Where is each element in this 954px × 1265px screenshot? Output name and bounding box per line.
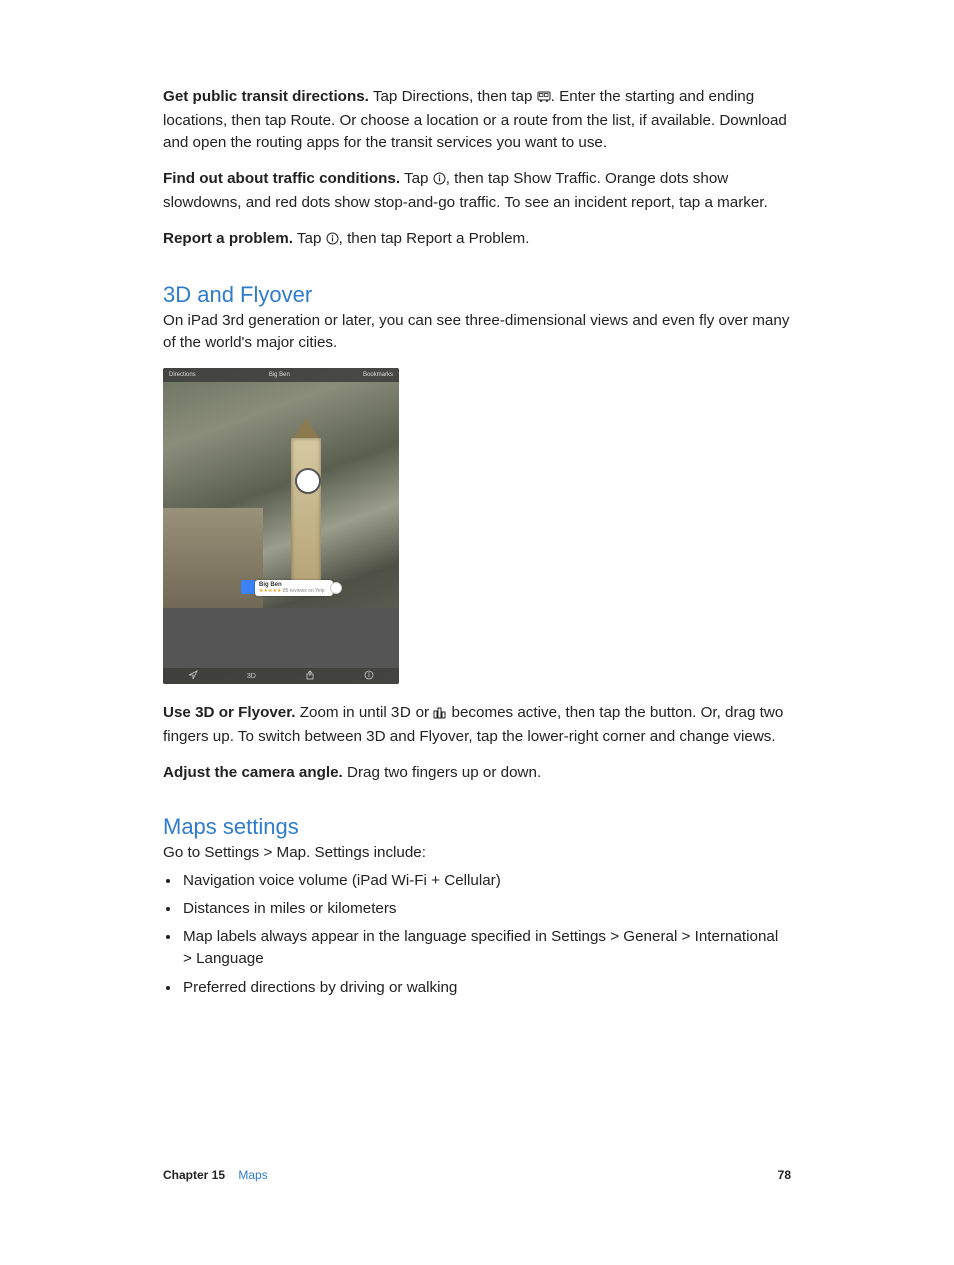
- bold-label: Use 3D or Flyover.: [163, 704, 296, 721]
- paragraph-3d-intro: On iPad 3rd generation or later, you can…: [163, 310, 791, 354]
- bus-icon: [537, 88, 551, 110]
- paragraph-report: Report a problem. Tap , then tap Report …: [163, 228, 791, 252]
- buildings-icon: [433, 704, 447, 726]
- text: or: [411, 704, 433, 721]
- text: Drag two fingers up or down.: [343, 764, 541, 781]
- ss-title-label: Big Ben: [269, 372, 290, 378]
- paragraph-settings-intro: Go to Settings > Map. Settings include:: [163, 842, 791, 864]
- text: Zoom in until: [296, 704, 391, 721]
- pin-info-icon: [330, 582, 342, 594]
- list-item: Distances in miles or kilometers: [181, 898, 791, 920]
- big-ben-tower: [291, 438, 321, 588]
- screenshot-bottombar: 3D: [163, 668, 399, 684]
- three-d-icon: 3D: [247, 673, 256, 680]
- bold-label: Report a problem.: [163, 230, 293, 247]
- paragraph-camera-angle: Adjust the camera angle. Drag two finger…: [163, 762, 791, 784]
- list-item: Navigation voice volume (iPad Wi-Fi + Ce…: [181, 870, 791, 892]
- paragraph-use-3d: Use 3D or Flyover. Zoom in until 3D or b…: [163, 702, 791, 748]
- text: Tap: [400, 170, 433, 187]
- road-shape: [163, 608, 399, 668]
- page-footer: Chapter 15 Maps 78: [163, 1168, 791, 1182]
- ss-bookmarks-label: Bookmarks: [363, 372, 393, 378]
- paragraph-traffic: Find out about traffic conditions. Tap ,…: [163, 168, 791, 214]
- flyover-screenshot: Directions Big Ben Bookmarks Big Ben ★★★…: [163, 368, 399, 684]
- text: , then tap Report a Problem.: [339, 230, 530, 247]
- text: Tap Directions, then tap: [369, 88, 537, 105]
- info-icon: [326, 230, 339, 252]
- pin-stars: ★★★★★ 85 reviews on Yelp: [259, 588, 329, 594]
- three-d-text-icon: 3D: [391, 704, 411, 721]
- bold-label: Adjust the camera angle.: [163, 764, 343, 781]
- text: Tap: [293, 230, 326, 247]
- clock-face: [295, 468, 321, 494]
- building-shape: [163, 508, 263, 618]
- bold-label: Get public transit directions.: [163, 88, 369, 105]
- info-icon: [433, 170, 446, 192]
- ss-directions-label: Directions: [169, 372, 196, 378]
- list-item: Map labels always appear in the language…: [181, 926, 791, 970]
- bold-label: Find out about traffic conditions.: [163, 170, 400, 187]
- location-pin-callout: Big Ben ★★★★★ 85 reviews on Yelp: [255, 580, 333, 596]
- settings-list: Navigation voice volume (iPad Wi-Fi + Ce…: [163, 870, 791, 998]
- heading-3d-flyover: 3D and Flyover: [163, 282, 791, 308]
- location-arrow-icon: [188, 667, 198, 684]
- share-icon: [305, 667, 315, 684]
- chapter-name: Maps: [238, 1168, 267, 1182]
- heading-maps-settings: Maps settings: [163, 814, 791, 840]
- screenshot-topbar: Directions Big Ben Bookmarks: [163, 368, 399, 382]
- paragraph-transit: Get public transit directions. Tap Direc…: [163, 86, 791, 154]
- pin-car-icon: [241, 580, 255, 594]
- pin-subtitle: 85 reviews on Yelp: [283, 588, 325, 594]
- page-number: 78: [778, 1168, 791, 1182]
- info-icon: [364, 667, 374, 684]
- chapter-number: Chapter 15: [163, 1168, 225, 1182]
- list-item: Preferred directions by driving or walki…: [181, 977, 791, 999]
